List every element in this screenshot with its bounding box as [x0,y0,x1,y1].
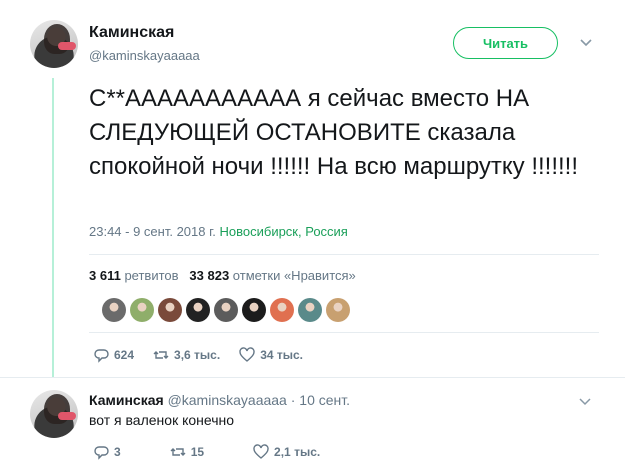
liker-avatar[interactable] [298,298,322,322]
liker-avatar[interactable] [186,298,210,322]
tweet-meta: 23:44 - 9 сент. 2018 г. Новосибирск, Рос… [89,224,348,239]
reply-action[interactable]: 3 [92,443,121,461]
reply-text: вот я валенок конечно [89,412,235,428]
reply-actions: 3 15 2,1 тыс. [92,443,338,461]
reply-action[interactable]: 624 [92,346,134,364]
retweet-icon [153,351,169,359]
tweet-actions: 624 3,6 тыс. 34 тыс. [92,346,321,364]
liker-avatar[interactable] [102,298,126,322]
liker-avatar[interactable] [130,298,154,322]
liker-avatar[interactable] [242,298,266,322]
author-name[interactable]: Каминская [89,24,174,42]
like-action[interactable]: 2,1 тыс. [252,443,320,461]
divider [89,254,599,255]
tweet-timestamp[interactable]: 23:44 - 9 сент. 2018 г. [89,224,216,239]
liker-avatar[interactable] [214,298,238,322]
retweets-count: 3 611 [89,268,121,283]
like-count: 34 тыс. [260,348,304,362]
likers-avatars [102,298,350,322]
tweet-location[interactable]: Новосибирск, Россия [220,224,348,239]
retweets-stat[interactable]: 3 611 ретвитов [89,268,179,283]
heart-icon [239,347,255,362]
retweet-action[interactable]: 15 [169,443,204,461]
divider [0,377,625,378]
reply-date[interactable]: · 10 сент. [291,392,350,408]
retweets-label: ретвитов [124,268,179,283]
follow-button[interactable]: Читать [453,27,558,59]
divider [89,332,599,333]
reply-like-count: 2,1 тыс. [274,445,321,459]
likes-label: отметки «Нравится» [232,268,356,283]
chevron-down-icon[interactable] [578,394,592,408]
author-avatar[interactable] [30,20,78,68]
retweet-count: 3,6 тыс. [174,348,221,362]
reply-icon [94,349,109,363]
tweet-text: С**ААААААААААА я сейчас вместо НА СЛЕДУЮ… [89,85,578,180]
reply-header: Каминская @kaminskayaaaaa · 10 сент. [89,392,350,408]
author-handle[interactable]: @kaminskayaaaaa [89,48,200,63]
liker-avatar[interactable] [326,298,350,322]
liker-avatar[interactable] [270,298,294,322]
tweet-stats: 3 611 ретвитов 33 823 отметки «Нравится» [89,268,356,283]
liker-avatar[interactable] [158,298,182,322]
reply-count: 624 [114,348,135,362]
reply-icon [94,446,109,460]
retweet-icon [170,448,186,456]
likes-count: 33 823 [189,268,230,283]
likes-stat[interactable]: 33 823 отметки «Нравится» [189,268,355,283]
reply-retweet-count: 15 [190,445,205,459]
reply-author-avatar[interactable] [30,390,78,438]
retweet-action[interactable]: 3,6 тыс. [152,346,220,364]
heart-icon [253,444,269,459]
reply-author-handle[interactable]: @kaminskayaaaaa [168,392,287,408]
reply-author-name[interactable]: Каминская [89,392,164,408]
like-action[interactable]: 34 тыс. [238,346,303,364]
chevron-down-icon[interactable] [578,34,594,50]
reply-reply-count: 3 [114,445,121,459]
thread-line [52,78,54,378]
